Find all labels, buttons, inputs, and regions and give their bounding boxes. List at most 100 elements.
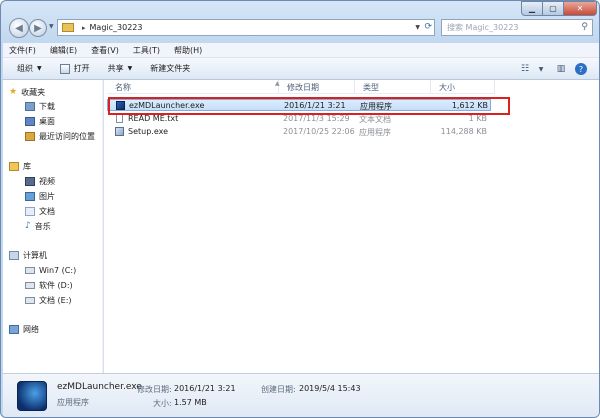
- drive-icon: [25, 281, 35, 289]
- music-note-icon: ♪: [25, 221, 31, 231]
- organize-button[interactable]: 组织 ▼: [17, 63, 42, 74]
- setup-file-icon: [115, 127, 124, 136]
- search-input[interactable]: 搜索 Magic_30223 ⚲: [441, 19, 593, 36]
- preview-pane-icon[interactable]: ▥: [553, 62, 569, 76]
- breadcrumb-current[interactable]: Magic_30223: [90, 23, 143, 32]
- nav-item-label: 图片: [39, 191, 55, 201]
- maximize-button[interactable]: ▢: [542, 1, 564, 16]
- file-date: 2017/10/25 22:06: [283, 127, 355, 136]
- chevron-down-icon: ▼: [127, 65, 133, 72]
- help-icon[interactable]: ?: [575, 63, 587, 75]
- menu-bar: 文件(F) 编辑(E) 查看(V) 工具(T) 帮助(H): [3, 43, 599, 58]
- drive-icon: [25, 266, 35, 274]
- nav-item-recent-places[interactable]: 最近访问的位置: [25, 130, 95, 142]
- menu-file[interactable]: 文件(F): [9, 45, 36, 56]
- minimize-icon: ▁: [528, 4, 536, 13]
- table-row[interactable]: Setup.exe 2017/10/25 22:06 应用程序 114,288 …: [107, 126, 491, 138]
- details-size-label: 大小:: [153, 399, 172, 408]
- address-bar[interactable]: ▸ Magic_30223 ▼ ⟳: [57, 19, 435, 36]
- details-file-name: ezMDLauncher.exe: [57, 382, 142, 392]
- desktop-icon: [25, 116, 35, 126]
- nav-item-music[interactable]: ♪ 音乐: [25, 220, 51, 232]
- nav-item-videos[interactable]: 视频: [25, 175, 55, 187]
- organize-label: 组织: [17, 64, 33, 73]
- star-icon: ★: [9, 87, 18, 97]
- nav-item-desktop[interactable]: 桌面: [25, 115, 55, 127]
- title-bar: ◀ ▶ ▼ ▸ Magic_30223 ▼ ⟳ 搜索 Magic_30223 ⚲…: [1, 1, 599, 43]
- nav-item-pictures[interactable]: 图片: [25, 190, 55, 202]
- minimize-button[interactable]: ▁: [521, 1, 543, 16]
- menu-edit[interactable]: 编辑(E): [50, 45, 77, 56]
- video-icon: [25, 176, 35, 186]
- history-dropdown-icon[interactable]: ▼: [49, 23, 54, 30]
- breadcrumb-chevron-icon[interactable]: ▸: [82, 24, 86, 32]
- share-button[interactable]: 共享 ▼: [108, 63, 133, 74]
- nav-libraries-label: 库: [23, 161, 31, 171]
- downloads-folder-icon: [25, 101, 35, 111]
- forward-button[interactable]: ▶: [29, 19, 47, 37]
- search-icon[interactable]: ⚲: [581, 22, 588, 32]
- computer-icon: [9, 250, 19, 260]
- view-dropdown-icon[interactable]: ▼: [533, 62, 549, 76]
- address-dropdown-icon[interactable]: ▼: [415, 24, 420, 31]
- nav-network[interactable]: 网络: [9, 323, 39, 335]
- drive-icon: [25, 296, 35, 304]
- nav-libraries[interactable]: 库: [9, 160, 31, 172]
- column-header-label: 名称: [115, 82, 131, 92]
- details-size-value: 1.57 MB: [174, 398, 207, 407]
- text-file-icon: [116, 114, 123, 123]
- navigation-pane[interactable]: ★ 收藏夹 下载 桌面 最近访问的位置 库 视频 图片 文档 ♪ 音乐 计算机 …: [3, 80, 104, 373]
- documents-icon: [25, 206, 35, 216]
- nav-computer[interactable]: 计算机: [9, 249, 47, 261]
- column-header-size[interactable]: 大小: [431, 80, 495, 94]
- file-list: 名称 ▲ 修改日期 类型 大小 ezMDLauncher.exe 2016/1/…: [107, 80, 599, 373]
- file-name: Setup.exe: [128, 127, 169, 136]
- menu-tools[interactable]: 工具(T): [133, 45, 160, 56]
- file-size: 1 KB: [468, 114, 487, 123]
- file-type: 文本文档: [359, 115, 391, 124]
- nav-item-label: 音乐: [34, 221, 51, 231]
- nav-item-drive-d[interactable]: 软件 (D:): [25, 279, 73, 291]
- new-folder-button[interactable]: 新建文件夹: [150, 63, 190, 74]
- close-button[interactable]: ✕: [563, 1, 597, 16]
- main-area: ★ 收藏夹 下载 桌面 最近访问的位置 库 视频 图片 文档 ♪ 音乐 计算机 …: [3, 80, 599, 373]
- nav-favorites-label: 收藏夹: [21, 87, 46, 97]
- column-header-label: 大小: [439, 82, 455, 92]
- nav-favorites[interactable]: ★ 收藏夹: [9, 86, 45, 98]
- nav-item-label: 软件 (D:): [39, 280, 73, 290]
- nav-item-label: 视频: [39, 176, 55, 186]
- details-modified-value: 2016/1/21 3:21: [174, 384, 236, 393]
- back-button[interactable]: ◀: [9, 18, 29, 38]
- column-header-type[interactable]: 类型: [355, 80, 431, 94]
- pictures-icon: [25, 191, 35, 201]
- close-icon: ✕: [576, 4, 584, 13]
- nav-item-drive-c[interactable]: Win7 (C:): [25, 264, 76, 276]
- app-thumbnail-icon: [17, 381, 47, 411]
- refresh-icon[interactable]: ⟳: [424, 22, 432, 32]
- nav-network-label: 网络: [23, 324, 39, 334]
- menu-view[interactable]: 查看(V): [91, 45, 119, 56]
- file-type: 应用程序: [359, 128, 391, 137]
- details-modified-label: 修改日期:: [137, 385, 172, 394]
- nav-item-drive-e[interactable]: 文档 (E:): [25, 294, 72, 306]
- column-header-label: 修改日期: [287, 82, 319, 92]
- nav-item-downloads[interactable]: 下载: [25, 100, 55, 112]
- forward-arrow-icon: ▶: [34, 22, 42, 34]
- view-options-icon[interactable]: ☷: [517, 62, 533, 76]
- open-button[interactable]: 打开: [59, 63, 90, 74]
- menu-help[interactable]: 帮助(H): [174, 45, 202, 56]
- back-arrow-icon: ◀: [15, 22, 23, 34]
- open-label: 打开: [73, 64, 90, 73]
- file-size: 114,288 KB: [440, 127, 487, 136]
- nav-item-documents[interactable]: 文档: [25, 205, 55, 217]
- file-name: READ ME.txt: [128, 114, 179, 123]
- nav-item-label: Win7 (C:): [39, 265, 77, 275]
- column-header-name[interactable]: 名称: [107, 80, 279, 94]
- nav-scrollbar[interactable]: [102, 80, 103, 373]
- new-folder-label: 新建文件夹: [150, 64, 191, 73]
- column-header-date[interactable]: 修改日期: [279, 80, 355, 94]
- library-icon: [9, 161, 19, 171]
- highlight-box: [108, 97, 510, 115]
- search-placeholder: 搜索 Magic_30223: [447, 23, 519, 32]
- nav-item-label: 文档: [39, 206, 55, 216]
